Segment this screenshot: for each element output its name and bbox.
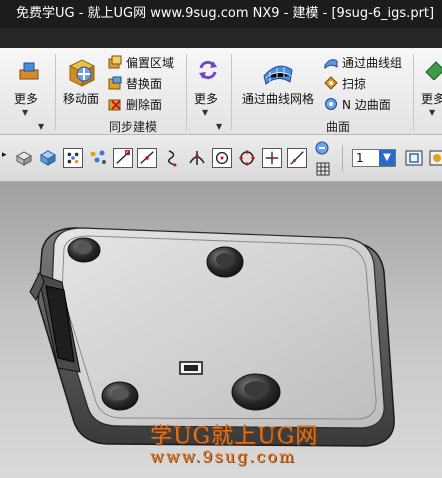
ribbon: 更多 ▼ 移动面 偏置区域 替换面 删除面 更多 ▼ ▼ 同步建模 ▼ 通过曲线… [0,48,442,135]
shaded-view-icon[interactable] [428,148,442,168]
point-on-curve-icon[interactable] [287,148,307,168]
swept-icon [324,76,338,90]
delete-face-button[interactable]: 删除面 [108,95,162,113]
graphics-viewport[interactable]: 学UG就上UG网 www.9sug.com [0,182,442,478]
swept-button[interactable]: 扫掠 [324,74,366,92]
fit-view-icon[interactable] [404,148,424,168]
through-curve-mesh-label: 通过曲线网格 [242,92,315,106]
divider [231,54,232,130]
through-curves-label: 通过曲线组 [342,55,403,70]
move-face-label: 移动面 [63,92,100,106]
toolbar-overflow-icon[interactable]: ▸ [2,150,7,160]
chevron-down-icon[interactable]: ▼ [379,150,395,166]
quick-access-band [0,28,442,48]
layer-select[interactable]: 1 ▼ [352,149,396,167]
surface-more-icon [425,61,442,80]
point-scatter-icon[interactable] [88,148,108,168]
grid-icon[interactable] [316,162,330,176]
divider [186,54,187,130]
through-curves-button[interactable]: 通过曲线组 [324,53,402,71]
curve-mesh-icon [263,65,293,85]
mid-point-icon[interactable] [137,148,157,168]
n-sided-surface-icon [325,98,337,110]
extrude-icon [19,62,39,80]
arc-center-icon[interactable] [212,148,232,168]
surface-group-label: 曲面 [326,120,351,134]
chevron-down-icon[interactable]: ▼ [38,122,44,131]
through-curves-icon [324,59,338,69]
divider [55,54,56,130]
divider [413,54,414,130]
replace-face-icon [108,76,122,90]
chevron-down-icon: ▼ [429,108,436,117]
n-sided-surface-button[interactable]: N 边曲面 [324,95,391,113]
view-orient-icon[interactable] [314,140,330,156]
n-sided-surface-label: N 边曲面 [342,97,391,112]
replace-face-button[interactable]: 替换面 [108,74,162,92]
solid-body-icon[interactable] [38,148,58,168]
divider [342,145,343,171]
snap-points-icon[interactable] [63,148,83,168]
more-label-mid: 更多 [194,92,219,106]
window-title-bar: 免费学UG - 就上UG网 www.9sug.com NX9 - 建模 - [9… [0,0,442,28]
chevron-down-icon: ▼ [22,108,29,117]
chevron-down-icon[interactable]: ▼ [216,122,222,131]
offset-region-label: 偏置区域 [126,55,175,70]
swept-label: 扫掠 [342,76,367,91]
chevron-down-icon: ▼ [202,108,209,117]
move-face-icon [68,59,96,87]
offset-region-icon [108,55,122,69]
sync-icon [199,60,217,80]
quadrant-point-icon[interactable] [237,148,257,168]
more-label-right: 更多 [421,92,442,106]
end-point-icon[interactable] [113,148,133,168]
intersection-point-icon[interactable] [187,148,207,168]
selection-toolbar: ▸ 1 ▼ [0,135,442,182]
control-point-icon[interactable] [163,148,183,168]
body-filter-icon[interactable] [14,148,34,168]
sync-modeling-group-label: 同步建模 [109,120,158,134]
watermark-url: www.9sug.com [150,447,297,466]
existing-point-icon[interactable] [262,148,282,168]
more-label-left: 更多 [14,92,39,106]
layer-select-value: 1 [356,151,364,165]
watermark-text: 学UG就上UG网 [150,424,319,449]
replace-face-label: 替换面 [126,76,163,91]
delete-face-icon [108,99,121,111]
delete-face-label: 删除面 [126,97,163,112]
window-title: 免费学UG - 就上UG网 www.9sug.com NX9 - 建模 - [9… [16,6,435,21]
offset-region-button[interactable]: 偏置区域 [108,53,174,71]
